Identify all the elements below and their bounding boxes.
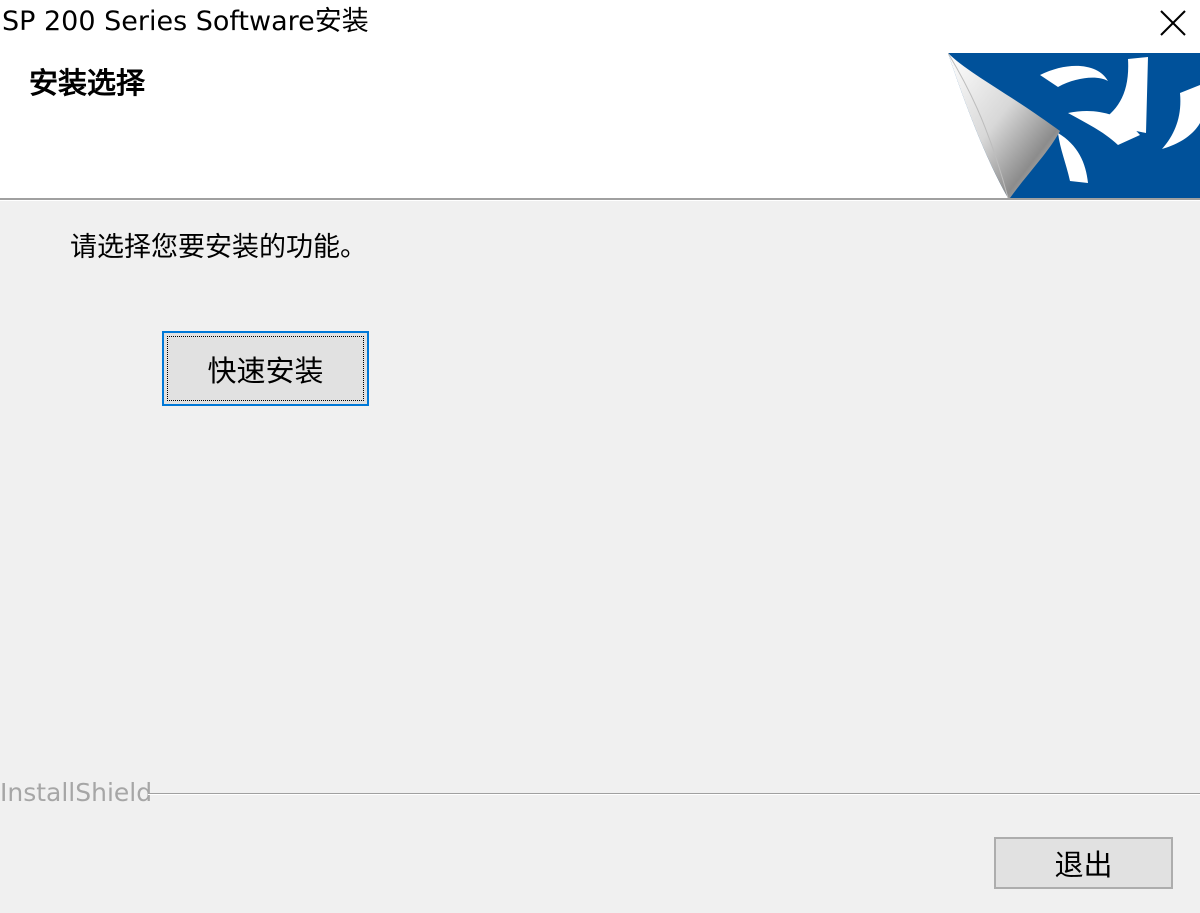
dialog-header: 安装选择 [0,45,1200,198]
page-title: 安装选择 [29,66,146,100]
installer-dialog: SP 200 Series Software安装 安装选择 请选择您要安装的功能… [0,0,1200,913]
title-bar: SP 200 Series Software安装 [0,0,1200,45]
footer-separator [148,793,1200,795]
window-title: SP 200 Series Software安装 [2,6,369,37]
exit-button[interactable]: 退出 [994,837,1173,889]
header-separator [0,198,1200,201]
close-button[interactable] [1146,0,1200,45]
installshield-logo-icon [948,53,1200,198]
installshield-brand-label: InstallShield [0,778,153,807]
close-icon [1160,9,1186,36]
quick-install-button[interactable]: 快速安装 [162,331,369,406]
instruction-text: 请选择您要安装的功能。 [70,232,367,263]
